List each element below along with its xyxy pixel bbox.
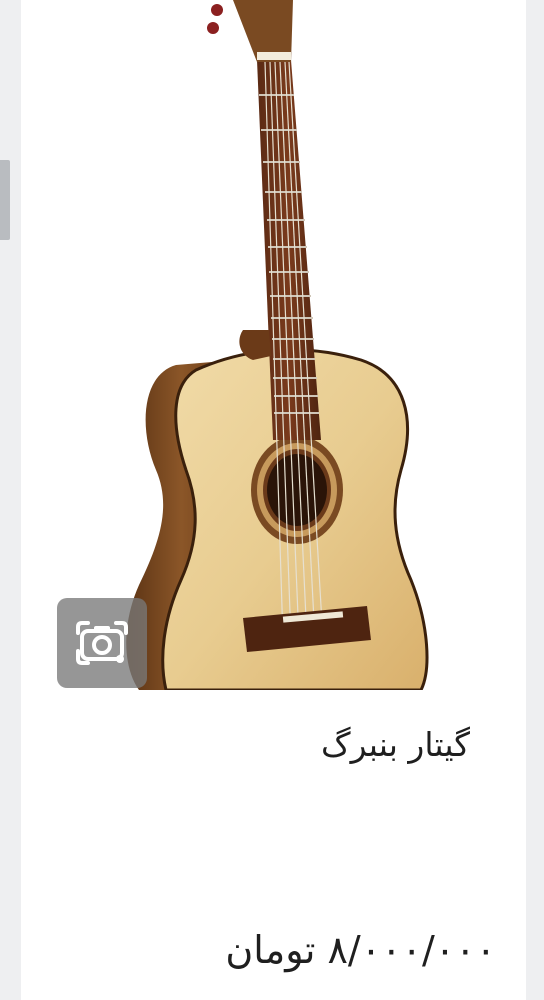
guitar-image — [126, 0, 429, 690]
image-search-button[interactable] — [57, 598, 147, 688]
product-card[interactable]: گیتار بنبرگ ۸/۰۰۰/۰۰۰ تومان — [21, 0, 526, 1000]
product-title: گیتار بنبرگ — [321, 725, 470, 764]
camera-search-icon — [76, 621, 128, 665]
product-image[interactable] — [21, 0, 526, 690]
side-tab-handle[interactable] — [0, 160, 10, 240]
product-price: ۸/۰۰۰/۰۰۰ تومان — [225, 928, 496, 972]
page: گیتار بنبرگ ۸/۰۰۰/۰۰۰ تومان — [0, 0, 544, 1000]
